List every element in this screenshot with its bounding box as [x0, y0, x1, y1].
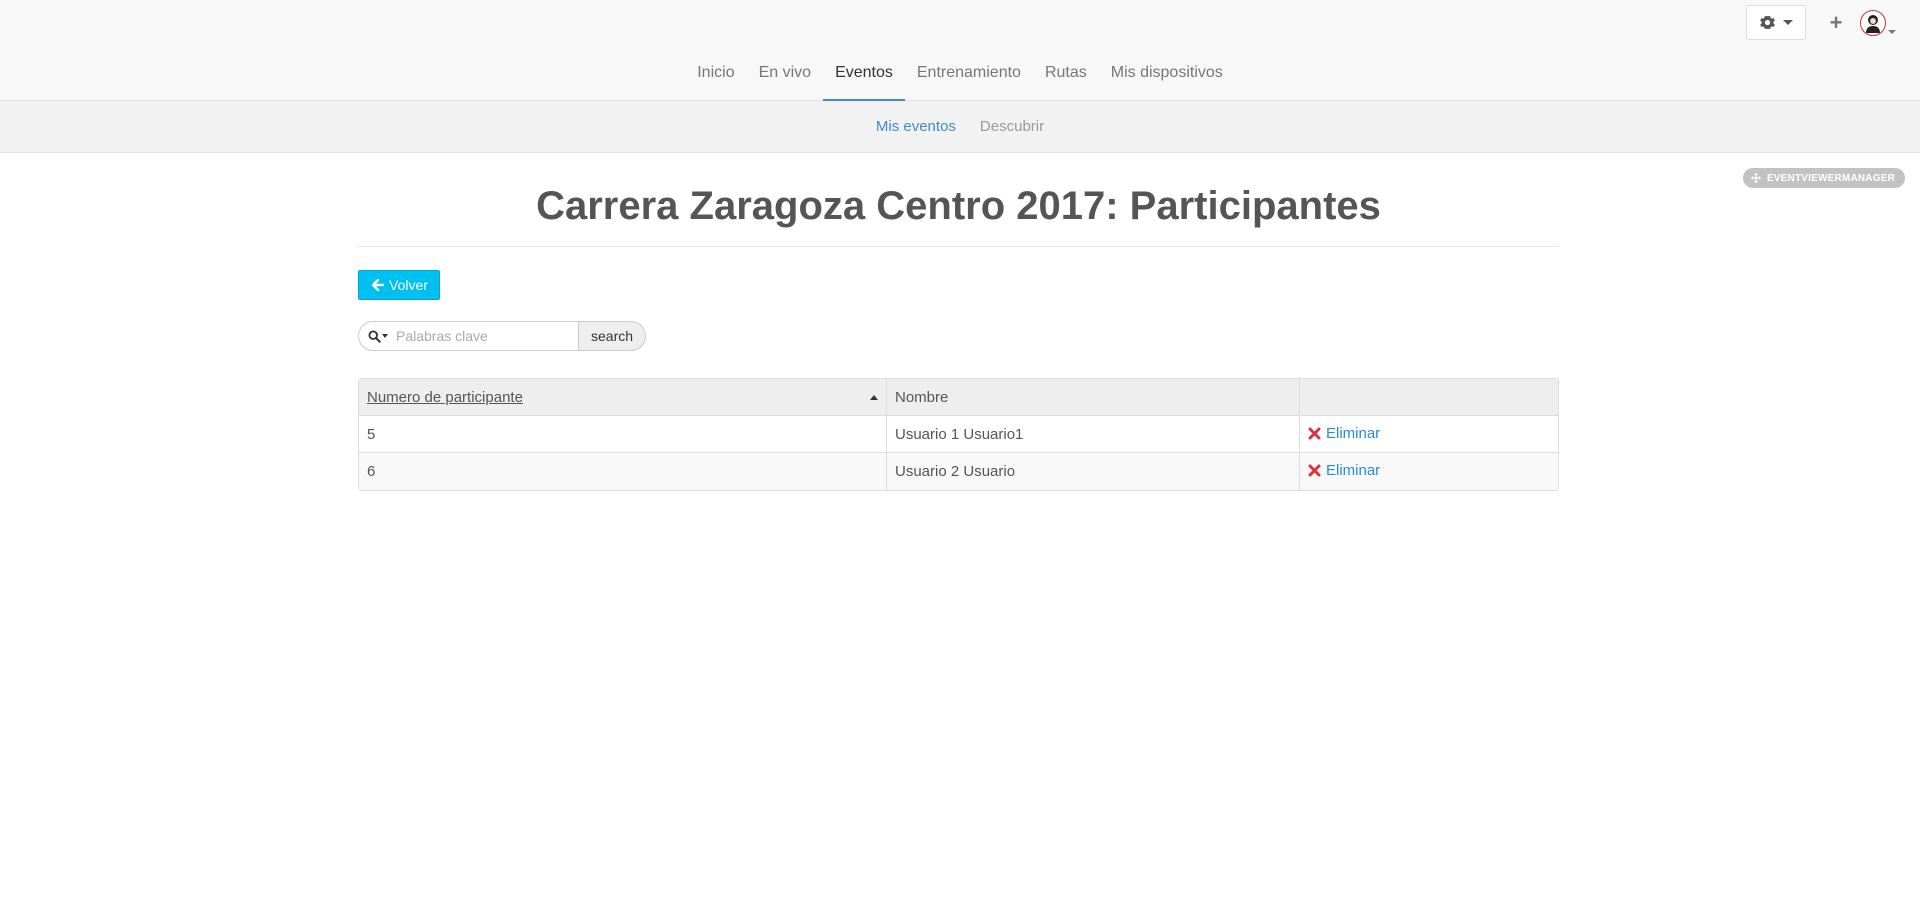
- column-header-nombre: Nombre: [887, 379, 1300, 416]
- nav-item-rutas[interactable]: Rutas: [1033, 48, 1099, 100]
- sort-ascending-icon: [870, 394, 878, 400]
- nav-item-mis-dispositivos[interactable]: Mis dispositivos: [1099, 48, 1235, 100]
- cell-participant-name: Usuario 2 Usuario: [887, 453, 1300, 490]
- gear-icon: [1759, 16, 1775, 29]
- column-header-actions: [1300, 379, 1558, 416]
- delete-link-label: Eliminar: [1326, 424, 1381, 442]
- add-button[interactable]: +: [1826, 11, 1846, 34]
- participants-table: Numero de participante Nombre 5 Usuario …: [358, 378, 1559, 491]
- delete-link[interactable]: Eliminar: [1308, 425, 1380, 442]
- delete-x-icon: [1308, 464, 1321, 477]
- nav-item-en-vivo[interactable]: En vivo: [747, 48, 823, 100]
- avatar: [1860, 9, 1886, 36]
- user-avatar-icon: [1866, 14, 1880, 33]
- cell-actions: Eliminar: [1300, 416, 1558, 453]
- column-header-numero-label[interactable]: Numero de participante: [367, 389, 523, 406]
- user-menu[interactable]: [1860, 9, 1896, 36]
- search-group: search: [358, 321, 647, 351]
- search-button[interactable]: search: [578, 321, 647, 351]
- table-row: 6 Usuario 2 Usuario Eliminar: [359, 453, 1558, 490]
- subnav-item-mis-eventos[interactable]: Mis eventos: [876, 118, 956, 135]
- top-header: Inicio En vivo Eventos Entrenamiento Rut…: [0, 0, 1920, 101]
- nav-item-entrenamiento[interactable]: Entrenamiento: [905, 48, 1033, 100]
- manager-badge[interactable]: EVENTVIEWERMANAGER: [1742, 168, 1905, 188]
- back-button-label: Volver: [389, 277, 428, 293]
- page-title: Carrera Zaragoza Centro 2017: Participan…: [358, 184, 1559, 247]
- main-nav: Inicio En vivo Eventos Entrenamiento Rut…: [0, 48, 1920, 101]
- column-header-numero[interactable]: Numero de participante: [359, 379, 887, 416]
- table-row: 5 Usuario 1 Usuario1 Eliminar: [359, 416, 1558, 453]
- table-header-row: Numero de participante Nombre: [359, 379, 1558, 416]
- top-tools: +: [1746, 5, 1896, 40]
- search-icon: [368, 329, 381, 343]
- nav-item-eventos[interactable]: Eventos: [823, 48, 905, 101]
- manager-badge-label: EVENTVIEWERMANAGER: [1766, 172, 1895, 184]
- move-icon: [1750, 173, 1761, 183]
- cell-participant-number: 6: [359, 453, 887, 490]
- cell-participant-number: 5: [359, 416, 887, 453]
- cell-actions: Eliminar: [1300, 453, 1558, 490]
- subnav-item-descubrir[interactable]: Descubrir: [980, 118, 1044, 135]
- arrow-left-icon: [372, 279, 384, 291]
- chevron-down-icon: [382, 334, 388, 338]
- cell-participant-name: Usuario 1 Usuario1: [887, 416, 1300, 453]
- delete-x-icon: [1308, 427, 1321, 439]
- search-box: [358, 321, 578, 351]
- chevron-down-icon: [1888, 29, 1896, 34]
- chevron-down-icon: [1782, 20, 1793, 25]
- main-content: Carrera Zaragoza Centro 2017: Participan…: [358, 153, 1559, 491]
- nav-item-inicio[interactable]: Inicio: [685, 48, 746, 100]
- settings-dropdown-button[interactable]: [1746, 5, 1806, 40]
- delete-link[interactable]: Eliminar: [1308, 462, 1380, 479]
- search-input[interactable]: [396, 328, 566, 344]
- sub-nav: Mis eventos Descubrir: [0, 101, 1920, 153]
- delete-link-label: Eliminar: [1326, 462, 1381, 479]
- back-button[interactable]: Volver: [358, 270, 440, 300]
- search-options-dropdown[interactable]: [368, 329, 388, 343]
